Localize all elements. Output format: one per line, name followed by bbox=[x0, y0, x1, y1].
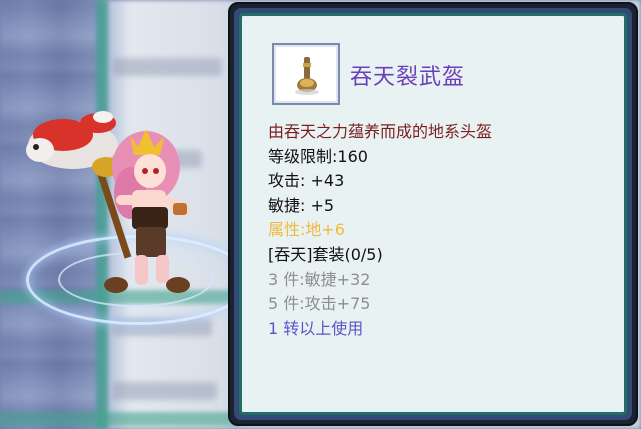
attack-stat: 攻击: +43 bbox=[268, 171, 345, 191]
agility-stat: 敏捷: +5 bbox=[268, 195, 335, 215]
item-name: 吞天裂武盔 bbox=[350, 65, 466, 90]
warrior-girl-icon bbox=[26, 111, 190, 293]
item-tooltip: 吞天裂武盔 由吞天之力蕴养而成的地系头盔 等级限制:160 攻击: +43 敏捷: +… bbox=[228, 2, 638, 426]
tooltip-content: 吞天裂武盔 由吞天之力蕴养而成的地系头盔 等级限制:160 攻击: +43 敏捷: +… bbox=[239, 13, 627, 415]
level-requirement: 等级限制:160 bbox=[268, 146, 368, 166]
helmet-icon bbox=[295, 57, 319, 95]
item-icon-slot bbox=[272, 43, 340, 105]
item-stats: 由吞天之力蕴养而成的地系头盔 等级限制:160 攻击: +43 敏捷: +5 属性:地+… bbox=[268, 120, 492, 341]
set-bonus-title: [吞天]套装(0/5) bbox=[268, 244, 383, 264]
element-attribute: 属性:地+6 bbox=[268, 220, 345, 240]
item-description: 由吞天之力蕴养而成的地系头盔 bbox=[268, 122, 493, 141]
character-sprite bbox=[18, 95, 258, 335]
background-stripe bbox=[0, 412, 240, 426]
background-bar bbox=[112, 382, 217, 400]
set-bonus-5: 5 件:攻击+75 bbox=[268, 294, 371, 314]
usage-restriction: 1 转以上使用 bbox=[268, 318, 364, 338]
set-bonus-3: 3 件:敏捷+32 bbox=[268, 269, 371, 289]
background-bar bbox=[112, 58, 222, 76]
tooltip-frame: 吞天裂武盔 由吞天之力蕴养而成的地系头盔 等级限制:160 攻击: +43 敏捷: +… bbox=[234, 8, 632, 420]
